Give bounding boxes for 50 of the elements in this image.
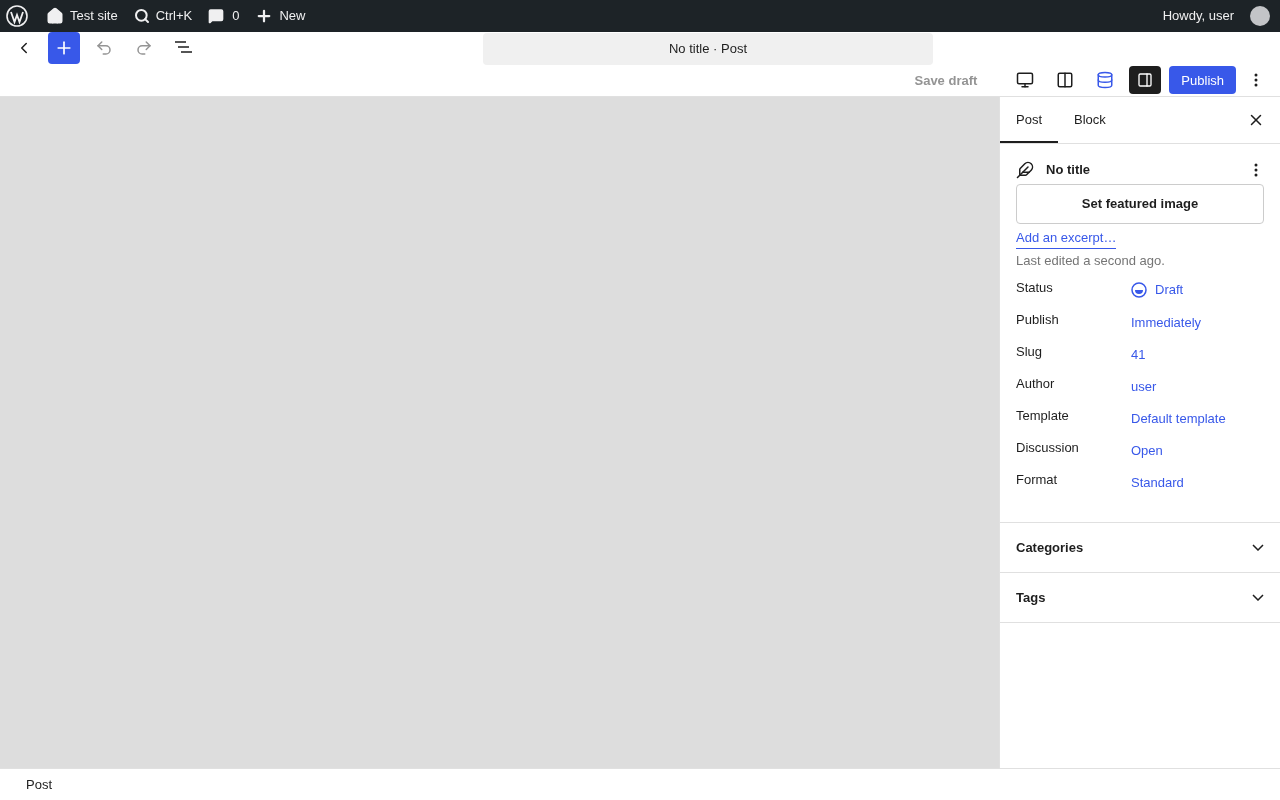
comment-icon — [208, 8, 225, 24]
undo-icon — [95, 39, 113, 58]
field-label: Discussion — [1016, 439, 1080, 457]
draft-status-icon — [1131, 281, 1147, 298]
field-value-button[interactable]: 41 — [1131, 345, 1146, 365]
redo-icon — [135, 39, 153, 58]
monitor-icon — [1016, 71, 1035, 90]
site-link[interactable]: Test site — [46, 6, 118, 26]
publish-button[interactable]: Publish — [1169, 66, 1236, 95]
breadcrumb[interactable]: Post — [26, 774, 52, 795]
field-label: Template — [1016, 407, 1070, 425]
list-view-icon — [174, 41, 194, 56]
panel-toggle[interactable]: Categories — [1000, 523, 1280, 573]
greeting[interactable]: Howdy, user — [1162, 6, 1234, 26]
add-excerpt-link[interactable]: Add an excerpt… — [1016, 228, 1117, 249]
chevron-down-icon — [1252, 544, 1264, 551]
new-link[interactable]: New — [255, 6, 306, 26]
field-value-button[interactable]: Default template — [1131, 409, 1226, 429]
field-value-button[interactable]: Standard — [1131, 473, 1184, 493]
more-icon — [1254, 73, 1258, 88]
set-featured-image-button[interactable]: Set featured image — [1016, 184, 1264, 224]
database-icon — [1096, 71, 1115, 90]
wordpress-logo-icon[interactable] — [6, 5, 28, 27]
sidebar-panel-icon — [1137, 72, 1154, 89]
post-title: No title — [1046, 161, 1092, 180]
search-link[interactable]: Ctrl+K — [133, 6, 193, 26]
field-value-button[interactable]: user — [1131, 377, 1157, 397]
sidebar-tab[interactable]: Block — [1058, 97, 1122, 143]
field-label: Publish — [1016, 311, 1060, 329]
field-label: Slug — [1016, 343, 1044, 361]
last-edited-text: Last edited a second ago. — [1016, 251, 1166, 270]
chevron-down-icon — [1252, 594, 1264, 601]
sidebar-tab[interactable]: Post — [1000, 97, 1058, 143]
add-block-button[interactable] — [48, 32, 80, 65]
field-label: Author — [1016, 375, 1056, 393]
search-icon — [133, 8, 150, 24]
home-icon — [46, 7, 64, 25]
panel-toggle[interactable]: Tags — [1000, 573, 1280, 623]
field-label: Status — [1016, 279, 1054, 297]
field-value-button[interactable]: Immediately — [1131, 313, 1202, 333]
comments-link[interactable]: 0 — [208, 6, 240, 26]
settings-button[interactable] — [1129, 66, 1162, 95]
document-title-bar[interactable]: No title · Post — [483, 33, 933, 65]
more-icon — [1254, 163, 1258, 177]
avatar[interactable] — [1250, 6, 1270, 26]
status-button[interactable]: Draft — [1131, 280, 1184, 300]
field-label: Format — [1016, 471, 1059, 489]
field-value-button[interactable]: Open — [1131, 441, 1163, 461]
feather-icon — [1016, 161, 1034, 179]
layout-icon — [1056, 71, 1075, 90]
